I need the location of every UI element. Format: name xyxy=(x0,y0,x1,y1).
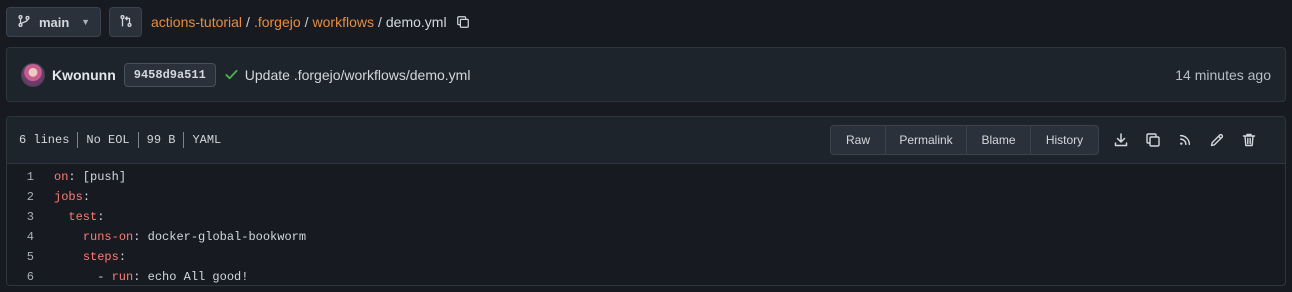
eol-info: No EOL xyxy=(77,132,137,148)
line-count: 6 lines xyxy=(19,133,70,147)
yaml-key: steps xyxy=(82,250,119,264)
raw-button[interactable]: Raw xyxy=(831,126,885,154)
breadcrumb-separator: / xyxy=(246,14,250,30)
yaml-value: : xyxy=(118,250,127,264)
chevron-down-icon: ▼ xyxy=(81,17,90,27)
history-button[interactable]: History xyxy=(1030,126,1098,154)
code-text: test: xyxy=(54,210,104,224)
line-number[interactable]: 2 xyxy=(7,190,34,204)
file-icon-actions xyxy=(1111,130,1259,150)
file-info: 6 lines No EOL 99 B YAML xyxy=(19,132,229,148)
line-number[interactable]: 5 xyxy=(7,250,34,264)
breadcrumb-forgejo-link[interactable]: .forgejo xyxy=(254,14,301,30)
copy-path-icon[interactable] xyxy=(456,15,470,29)
download-icon[interactable] xyxy=(1111,130,1131,150)
code-view: 1 on: [push] 2 jobs: 3 test: 4 runs-on: docke… xyxy=(7,164,1285,285)
commit-sha-button[interactable]: 9458d9a511 xyxy=(123,62,216,87)
line-number[interactable]: 1 xyxy=(7,170,34,184)
git-compare-icon xyxy=(119,14,133,31)
git-branch-icon xyxy=(17,14,31,31)
file-language: YAML xyxy=(183,132,229,148)
breadcrumb-separator: / xyxy=(304,14,309,30)
compare-pull-request-button[interactable] xyxy=(109,7,142,37)
line-number[interactable]: 6 xyxy=(7,270,34,284)
yaml-key: on xyxy=(54,170,69,184)
yaml-value: : docker-global-bookworm xyxy=(133,230,307,244)
code-line: 5 steps: xyxy=(7,247,1285,267)
repo-toolbar: main ▼ actions-tutorial / .forgejo / wor… xyxy=(6,7,470,37)
file-header: 6 lines No EOL 99 B YAML Raw Permalink B… xyxy=(7,117,1285,164)
yaml-key: jobs xyxy=(54,190,83,204)
branch-label: main xyxy=(39,14,70,30)
latest-commit-bar: Kwonunn 9458d9a511 Update .forgejo/workf… xyxy=(6,47,1286,102)
line-number[interactable]: 4 xyxy=(7,230,34,244)
file-view: 6 lines No EOL 99 B YAML Raw Permalink B… xyxy=(6,116,1286,286)
breadcrumb-current-file: demo.yml xyxy=(385,14,447,30)
commit-time: 14 minutes ago xyxy=(1175,66,1271,83)
code-text: - run: echo All good! xyxy=(54,270,248,284)
code-line: 2 jobs: xyxy=(7,187,1285,207)
yaml-value: : [push] xyxy=(68,170,127,184)
delete-icon[interactable] xyxy=(1239,130,1259,150)
rss-icon[interactable] xyxy=(1175,130,1195,150)
code-line: 6 - run: echo All good! xyxy=(7,267,1285,285)
breadcrumb-separator: / xyxy=(378,14,382,30)
breadcrumb-repo-link[interactable]: actions-tutorial xyxy=(151,14,242,30)
code-text: jobs: xyxy=(54,190,90,204)
branch-selector-button[interactable]: main ▼ xyxy=(6,7,101,37)
blame-button[interactable]: Blame xyxy=(966,126,1030,154)
yaml-key: runs-on xyxy=(82,230,134,244)
yaml-key: test xyxy=(68,210,98,224)
code-line: 1 on: [push] xyxy=(7,167,1285,187)
code-text: runs-on: docker-global-bookworm xyxy=(54,230,306,244)
code-line: 3 test: xyxy=(7,207,1285,227)
commit-author[interactable]: Kwonunn xyxy=(52,67,116,83)
code-line: 4 runs-on: docker-global-bookworm xyxy=(7,227,1285,247)
file-size: 99 B xyxy=(137,132,184,148)
code-text: steps: xyxy=(54,250,126,264)
breadcrumb-workflows-link[interactable]: workflows xyxy=(313,14,374,30)
edit-icon[interactable] xyxy=(1207,130,1227,150)
commit-message[interactable]: Update .forgejo/workflows/demo.yml xyxy=(245,67,471,83)
file-action-buttons: Raw Permalink Blame History xyxy=(830,125,1099,155)
yaml-value: : echo All good! xyxy=(133,270,249,284)
code-text: on: [push] xyxy=(54,170,126,184)
code-indent: - xyxy=(54,270,112,284)
check-icon[interactable] xyxy=(224,67,239,82)
yaml-value: : xyxy=(97,210,105,224)
line-number[interactable]: 3 xyxy=(7,210,34,224)
avatar[interactable] xyxy=(21,62,45,87)
permalink-button[interactable]: Permalink xyxy=(885,126,966,154)
copy-content-icon[interactable] xyxy=(1143,130,1163,150)
yaml-key: run xyxy=(111,270,134,284)
breadcrumb: actions-tutorial / .forgejo / workflows … xyxy=(151,14,470,30)
yaml-value: : xyxy=(82,190,91,204)
